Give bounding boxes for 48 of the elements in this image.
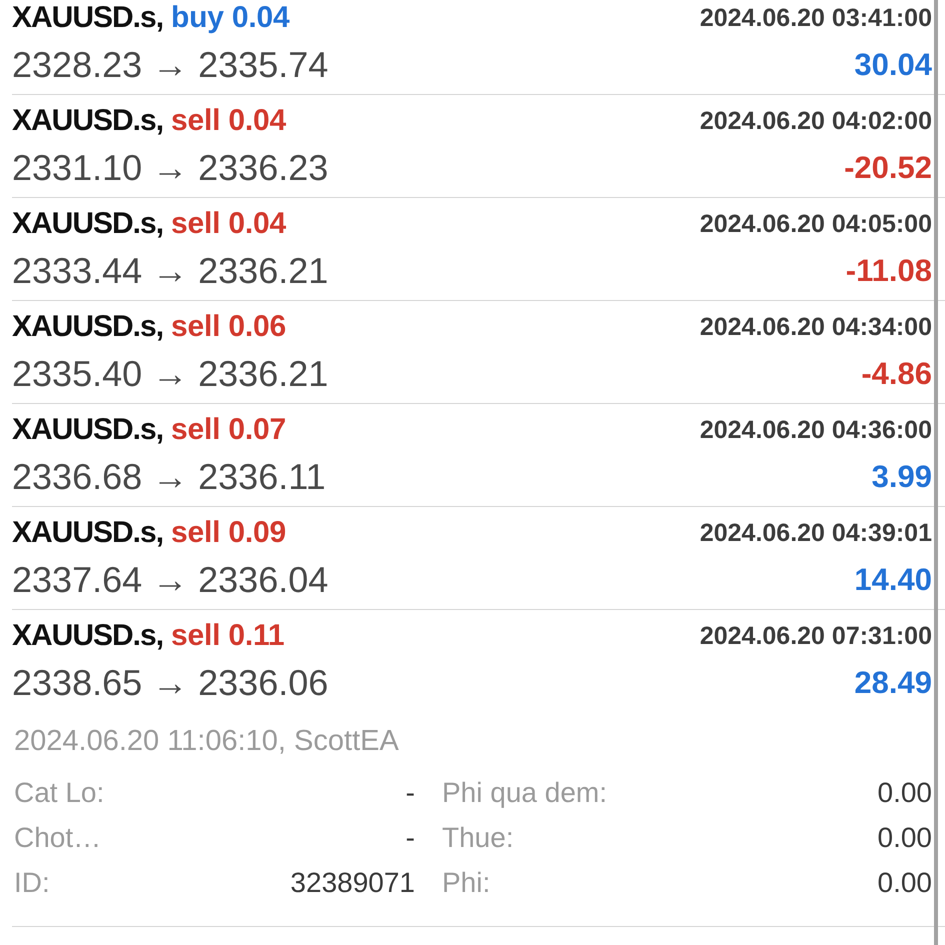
price-change-text: 2333.44 → 2336.21 xyxy=(12,250,328,292)
profit-value: 28.49 xyxy=(854,665,932,701)
price-change-text: 2328.23 → 2335.74 xyxy=(12,44,328,86)
price-change-text: 2331.10 → 2336.23 xyxy=(12,147,328,189)
symbol-label: XAUUSD.s, xyxy=(12,1,164,35)
price-change-text: 2337.64 → 2336.04 xyxy=(12,559,328,601)
profit-value: 14.40 xyxy=(854,562,932,598)
profit-value: 30.04 xyxy=(854,47,932,83)
symbol-label: XAUUSD.s, xyxy=(12,619,164,653)
order-type-label: sell 0.06 xyxy=(171,310,286,344)
field-value: - xyxy=(406,776,415,808)
order-type-label: sell 0.09 xyxy=(171,516,286,550)
field-value: 32389071 xyxy=(290,866,415,898)
field-value: - xyxy=(406,822,415,854)
deal-time: 2024.06.20 04:36:00 xyxy=(700,416,932,444)
profit-value: -11.08 xyxy=(846,253,932,289)
order-type-label: sell 0.11 xyxy=(171,619,284,653)
field-label: Phi qua dem: xyxy=(441,776,607,808)
field-value: 0.00 xyxy=(878,866,932,898)
deal-time: 2024.06.20 07:31:00 xyxy=(700,622,932,650)
field-value: 0.00 xyxy=(878,822,932,854)
profit-value: -20.52 xyxy=(844,150,932,186)
deal-time: 2024.06.20 04:39:01 xyxy=(700,518,932,548)
comment-text: 2024.06.20 11:06:10, ScottEA xyxy=(13,724,399,759)
price-change-text: 2336.68 → 2336.11 xyxy=(12,456,326,498)
deal-time: 2024.06.20 03:41:00 xyxy=(700,4,932,32)
deal-time: 2024.06.20 04:34:00 xyxy=(700,312,932,342)
field-label: ID: xyxy=(13,866,50,898)
price-change-text: 2338.65 → 2336.06 xyxy=(12,662,328,704)
field-label: Cat Lo: xyxy=(13,776,104,808)
order-type-label: sell 0.07 xyxy=(171,413,286,447)
order-type-label: sell 0.04 xyxy=(171,207,286,241)
symbol-label: XAUUSD.s, xyxy=(12,104,164,138)
symbol-label: XAUUSD.s, xyxy=(12,207,164,241)
field-label: Phi: xyxy=(441,866,490,898)
order-type-label: buy 0.04 xyxy=(171,1,290,35)
symbol-label: XAUUSD.s, xyxy=(12,310,164,344)
deal-time: 2024.06.20 04:05:00 xyxy=(700,210,932,238)
field-label: Thue: xyxy=(441,822,514,854)
symbol-label: XAUUSD.s, xyxy=(12,516,164,550)
field-value: 0.00 xyxy=(878,776,932,808)
field-label: Chot… xyxy=(13,822,102,854)
deal-time: 2024.06.20 04:02:00 xyxy=(700,106,932,136)
order-type-label: sell 0.04 xyxy=(171,104,286,138)
symbol-label: XAUUSD.s, xyxy=(12,413,164,447)
profit-value: 3.99 xyxy=(872,459,932,495)
price-change-text: 2335.40 → 2336.21 xyxy=(12,353,328,395)
profit-value: -4.86 xyxy=(861,356,932,392)
